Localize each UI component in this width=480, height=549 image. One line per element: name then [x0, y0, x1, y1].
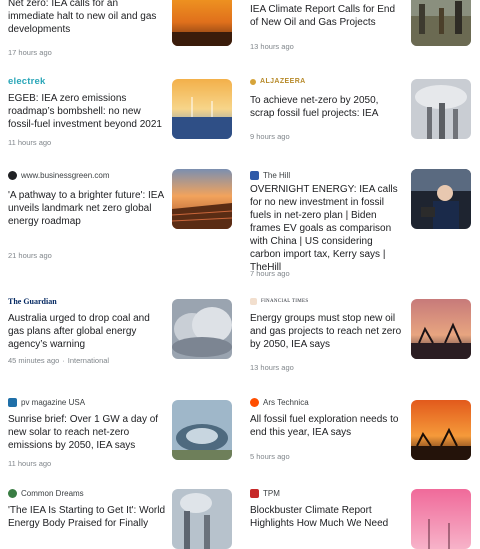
solar-dome-aerial-image[interactable] — [172, 400, 232, 460]
article-card[interactable]: FINANCIAL TIMES Energy groups must stop … — [240, 295, 480, 390]
article-time: 21 hours ago — [8, 251, 52, 260]
article-source: www.businessgreen.com — [8, 171, 109, 180]
article-headline[interactable]: Australia urged to drop coal and gas pla… — [8, 312, 166, 351]
steam-clouds-image[interactable] — [172, 299, 232, 359]
article-headline[interactable]: OVERNIGHT ENERGY: IEA calls for no new i… — [250, 183, 402, 274]
article-time: 11 hours ago — [8, 138, 51, 147]
tpm-icon — [250, 489, 259, 498]
guardian-logo: The Guardian — [8, 297, 57, 306]
source-name: www.businessgreen.com — [21, 171, 110, 180]
article-card[interactable]: Common Dreams 'The IEA Is Starting to Ge… — [0, 485, 240, 549]
article-card[interactable]: Net zero: IEA calls for an immediate hal… — [0, 0, 240, 66]
aljazeera-icon — [250, 78, 256, 85]
article-time: 11 hours ago — [8, 459, 51, 468]
article-card[interactable]: The Guardian Australia urged to drop coa… — [0, 295, 240, 390]
biden-in-vehicle-image[interactable] — [411, 169, 471, 229]
article-card[interactable]: www.businessgreen.com 'A pathway to a br… — [0, 163, 240, 295]
pink-wind-turbines-image[interactable] — [411, 489, 471, 549]
article-source: ALJAZEERA — [250, 78, 306, 85]
article-source: electrek — [8, 76, 46, 87]
timestamp: 17 hours ago — [8, 48, 52, 57]
timestamp: 45 minutes ago — [8, 356, 60, 365]
article-card[interactable]: electrek EGEB: IEA zero emissions roadma… — [0, 70, 240, 160]
article-headline[interactable]: All fossil fuel exploration needs to end… — [250, 413, 405, 439]
article-source: The Hill — [250, 171, 290, 180]
timestamp: 13 hours ago — [250, 363, 294, 372]
article-source: Common Dreams — [8, 489, 84, 498]
orange-sky-pumpjacks-image[interactable] — [411, 400, 471, 460]
sunset-sky-image[interactable] — [172, 0, 232, 46]
article-source: FINANCIAL TIMES — [250, 298, 308, 305]
article-time: 13 hours ago — [250, 42, 294, 51]
solar-panels-sunset-image[interactable] — [172, 169, 232, 229]
timestamp: 21 hours ago — [8, 251, 52, 260]
pv-magazine-icon — [8, 398, 17, 407]
article-time: 5 hours ago — [250, 452, 290, 461]
ft-logo: FINANCIAL TIMES — [261, 299, 309, 304]
article-headline[interactable]: 'A pathway to a brighter future': IEA un… — [8, 189, 166, 228]
oil-field-workers-image[interactable] — [411, 0, 471, 46]
ars-technica-icon — [250, 398, 259, 407]
source-name: TPM — [263, 489, 280, 498]
article-card[interactable]: TPM Blockbuster Climate Report Highlight… — [240, 485, 480, 549]
businessgreen-icon — [8, 171, 17, 180]
article-headline[interactable]: To achieve net-zero by 2050, scrap fossi… — [250, 94, 405, 120]
source-name: The Hill — [263, 171, 291, 180]
timestamp: 13 hours ago — [250, 42, 294, 51]
article-time: 9 hours ago — [250, 132, 290, 141]
ft-icon — [250, 298, 257, 305]
article-card[interactable]: pv magazine USA Sunrise brief: Over 1 GW… — [0, 390, 240, 485]
source-name: pv magazine USA — [21, 398, 86, 407]
article-meta: 45 minutes ago · International — [8, 356, 110, 365]
article-time: 17 hours ago — [8, 48, 52, 57]
solar-wind-farm-image[interactable] — [172, 79, 232, 139]
timestamp: 5 hours ago — [250, 452, 290, 461]
smokestacks-image[interactable] — [411, 79, 471, 139]
oil-pumpjacks-image[interactable] — [411, 299, 471, 359]
article-source: The Guardian — [8, 297, 57, 306]
article-source: Ars Technica — [250, 398, 309, 407]
source-name: Common Dreams — [21, 489, 84, 498]
power-plant-image[interactable] — [172, 489, 232, 549]
article-time: 7 hours ago — [250, 269, 290, 278]
common-dreams-icon — [8, 489, 17, 498]
article-card[interactable]: The Hill OVERNIGHT ENERGY: IEA calls for… — [240, 163, 480, 295]
the-hill-icon — [250, 171, 259, 180]
article-headline[interactable]: Blockbuster Climate Report Highlights Ho… — [250, 504, 405, 530]
article-headline[interactable]: 'The IEA Is Starting to Get It': World E… — [8, 504, 166, 530]
article-headline[interactable]: Energy groups must stop new oil and gas … — [250, 312, 405, 351]
article-card[interactable]: ALJAZEERA To achieve net-zero by 2050, s… — [240, 70, 480, 160]
timestamp: 11 hours ago — [8, 138, 52, 147]
timestamp: 9 hours ago — [250, 132, 290, 141]
article-source: TPM — [250, 489, 280, 498]
article-tag[interactable]: International — [68, 356, 109, 365]
article-card[interactable]: Ars Technica All fossil fuel exploration… — [240, 390, 480, 485]
timestamp: 7 hours ago — [250, 269, 290, 278]
article-headline[interactable]: Sunrise brief: Over 1 GW a day of new so… — [8, 413, 166, 452]
aljazeera-logo: ALJAZEERA — [260, 78, 306, 85]
source-name: Ars Technica — [263, 398, 309, 407]
article-headline[interactable]: IEA Climate Report Calls for End of New … — [250, 3, 405, 29]
electrek-logo: electrek — [8, 76, 46, 87]
timestamp: 11 hours ago — [8, 459, 52, 468]
article-source: pv magazine USA — [8, 398, 85, 407]
article-headline[interactable]: EGEB: IEA zero emissions roadmap’s bombs… — [8, 92, 166, 131]
article-headline[interactable]: Net zero: IEA calls for an immediate hal… — [8, 0, 166, 36]
article-card[interactable]: IEA Climate Report Calls for End of New … — [240, 0, 480, 66]
article-time: 13 hours ago — [250, 363, 294, 372]
